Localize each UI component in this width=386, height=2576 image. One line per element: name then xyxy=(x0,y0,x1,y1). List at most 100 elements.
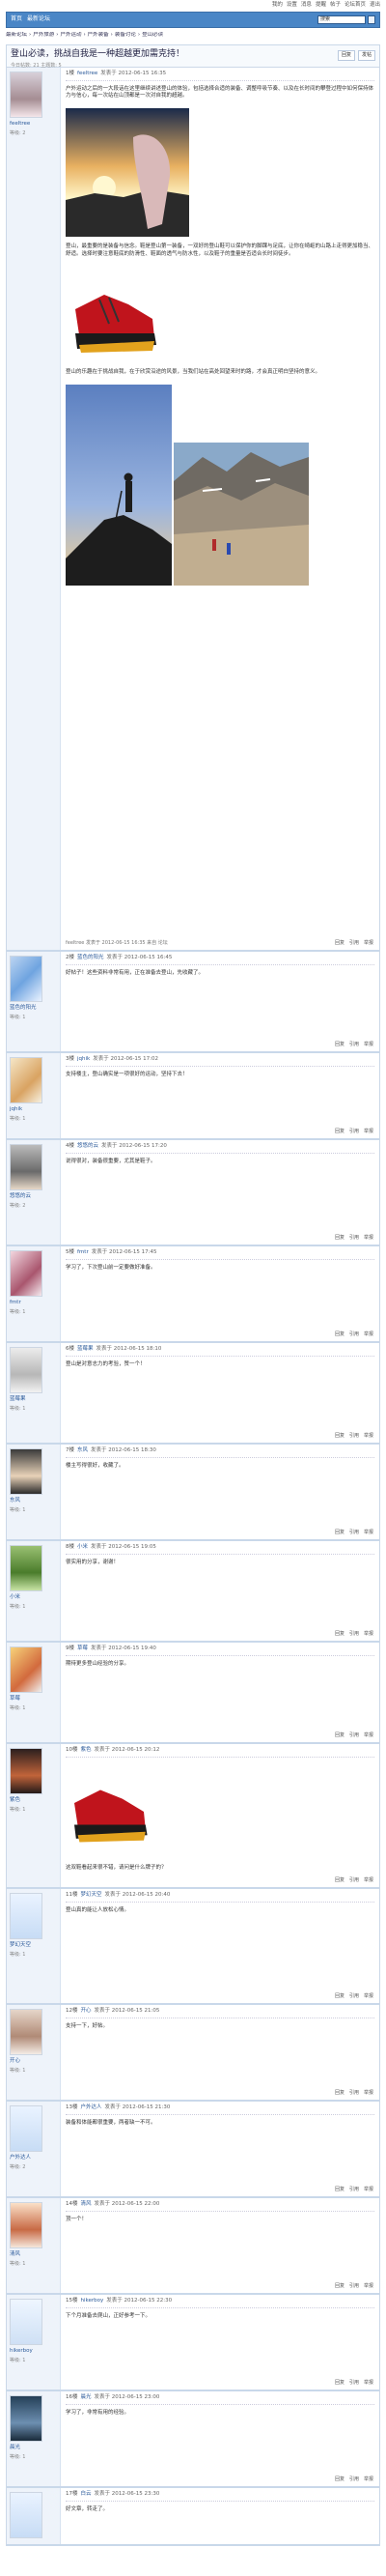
post-reply-link[interactable]: 回复 xyxy=(335,1433,345,1440)
post-reply-link[interactable]: 回复 xyxy=(335,1631,345,1638)
post-reply-link[interactable]: 回复 xyxy=(335,1331,345,1338)
avatar[interactable] xyxy=(10,1545,42,1592)
post-reply-link[interactable]: 回复 xyxy=(335,940,345,947)
nav-latest[interactable]: 最新论坛 xyxy=(27,15,50,23)
post-quote-link[interactable]: 引用 xyxy=(349,2283,359,2290)
post-report-link[interactable]: 举报 xyxy=(364,1530,373,1536)
meta-author[interactable]: 白云 xyxy=(81,2491,92,2498)
avatar[interactable] xyxy=(10,2202,42,2249)
post-report-link[interactable]: 举报 xyxy=(364,1433,373,1440)
post-report-link[interactable]: 举报 xyxy=(364,1129,373,1135)
reply-button[interactable]: 回复 xyxy=(337,50,355,62)
top-link-settings[interactable]: 设置 xyxy=(287,2,297,9)
avatar[interactable] xyxy=(10,1748,42,1795)
post-quote-link[interactable]: 引用 xyxy=(349,1129,359,1135)
author-name[interactable]: jqhik xyxy=(10,1106,57,1113)
post-quote-link[interactable]: 引用 xyxy=(349,940,359,947)
post-quote-link[interactable]: 引用 xyxy=(349,2380,359,2387)
top-link-reminders[interactable]: 提醒 xyxy=(316,2,326,9)
avatar[interactable] xyxy=(10,2299,42,2346)
post-reply-link[interactable]: 回复 xyxy=(335,1129,345,1135)
author-name[interactable]: 清风 xyxy=(10,2251,57,2258)
author-name[interactable]: hikerboy xyxy=(10,2348,57,2355)
author-name[interactable]: 紫色 xyxy=(10,1797,57,1804)
post-reply-link[interactable]: 回复 xyxy=(335,2380,345,2387)
avatar[interactable] xyxy=(10,1057,42,1104)
post-reply-link[interactable]: 回复 xyxy=(335,1732,345,1739)
post-quote-link[interactable]: 引用 xyxy=(349,1732,359,1739)
author-name[interactable]: 晨光 xyxy=(10,2445,57,2451)
avatar[interactable] xyxy=(10,2105,42,2153)
author-name[interactable]: 东风 xyxy=(10,1498,57,1504)
top-link-logout[interactable]: 退出 xyxy=(370,2,380,9)
post-quote-link[interactable]: 引用 xyxy=(349,1993,359,2000)
post-reply-link[interactable]: 回复 xyxy=(335,1235,345,1242)
avatar[interactable] xyxy=(10,1250,42,1298)
post-report-link[interactable]: 举报 xyxy=(364,1993,373,2000)
new-post-button[interactable]: 发帖 xyxy=(357,50,375,62)
post-reply-link[interactable]: 回复 xyxy=(335,2283,345,2290)
meta-author[interactable]: 东风 xyxy=(77,1447,88,1454)
avatar[interactable] xyxy=(10,1144,42,1191)
author-name[interactable]: 草莓 xyxy=(10,1696,57,1703)
meta-author[interactable]: 清风 xyxy=(81,2201,92,2208)
meta-author[interactable]: jqhik xyxy=(77,1056,90,1063)
meta-author[interactable]: 梦幻天空 xyxy=(81,1892,102,1899)
avatar[interactable] xyxy=(10,1646,42,1694)
author-name[interactable]: 小米 xyxy=(10,1594,57,1601)
nav-home[interactable]: 首页 xyxy=(11,15,22,23)
post-quote-link[interactable]: 引用 xyxy=(349,1042,359,1048)
post-report-link[interactable]: 举报 xyxy=(364,1732,373,1739)
author-name[interactable]: 开心 xyxy=(10,2058,57,2065)
top-link-my[interactable]: 我的 xyxy=(272,2,283,9)
post-reply-link[interactable]: 回复 xyxy=(335,2187,345,2193)
post-reply-link[interactable]: 回复 xyxy=(335,2476,345,2483)
post-report-link[interactable]: 举报 xyxy=(364,1235,373,1242)
post-reply-link[interactable]: 回复 xyxy=(335,1877,345,1884)
top-link-home[interactable]: 论坛首页 xyxy=(345,2,366,9)
avatar[interactable] xyxy=(10,2009,42,2056)
meta-author[interactable]: 晨光 xyxy=(81,2394,92,2401)
breadcrumb-item[interactable]: 户外装备 xyxy=(88,32,109,39)
breadcrumb-item[interactable]: 户外旅游 xyxy=(33,32,54,39)
avatar[interactable] xyxy=(10,2395,42,2443)
post-report-link[interactable]: 举报 xyxy=(364,2090,373,2097)
top-link-posts[interactable]: 帖子 xyxy=(330,2,341,9)
avatar[interactable] xyxy=(10,72,42,119)
meta-author[interactable]: 蓝色的阳光 xyxy=(77,955,104,961)
post-quote-link[interactable]: 引用 xyxy=(349,1331,359,1338)
meta-author[interactable]: hikerboy xyxy=(81,2298,104,2304)
post-report-link[interactable]: 举报 xyxy=(364,2187,373,2193)
search-button[interactable] xyxy=(368,15,375,24)
post-report-link[interactable]: 举报 xyxy=(364,1631,373,1638)
breadcrumb-item[interactable]: 户外运动 xyxy=(60,32,81,39)
author-name[interactable]: fmtr xyxy=(10,1300,57,1306)
post-quote-link[interactable]: 引用 xyxy=(349,1631,359,1638)
breadcrumb-item[interactable]: 最新论坛 xyxy=(6,32,27,39)
post-quote-link[interactable]: 引用 xyxy=(349,2187,359,2193)
post-reply-link[interactable]: 回复 xyxy=(335,1530,345,1536)
author-name[interactable]: 户外达人 xyxy=(10,2155,57,2161)
meta-author[interactable]: 开心 xyxy=(81,2008,92,2015)
author-name[interactable]: 蓝色的阳光 xyxy=(10,1005,57,1012)
meta-author[interactable]: 户外达人 xyxy=(81,2104,102,2111)
avatar[interactable] xyxy=(10,2492,42,2539)
post-report-link[interactable]: 举报 xyxy=(364,2476,373,2483)
post-report-link[interactable]: 举报 xyxy=(364,1877,373,1884)
post-report-link[interactable]: 举报 xyxy=(364,1331,373,1338)
post-quote-link[interactable]: 引用 xyxy=(349,1235,359,1242)
avatar[interactable] xyxy=(10,1448,42,1496)
post-quote-link[interactable]: 引用 xyxy=(349,2090,359,2097)
avatar[interactable] xyxy=(10,1893,42,1940)
meta-author[interactable]: 草莓 xyxy=(77,1646,88,1652)
post-quote-link[interactable]: 引用 xyxy=(349,1877,359,1884)
meta-author[interactable]: 小米 xyxy=(77,1544,88,1551)
meta-author[interactable]: feeltree xyxy=(77,71,97,77)
post-quote-link[interactable]: 引用 xyxy=(349,1433,359,1440)
post-reply-link[interactable]: 回复 xyxy=(335,1042,345,1048)
author-name[interactable]: 蓝莓果 xyxy=(10,1396,57,1403)
post-quote-link[interactable]: 引用 xyxy=(349,2476,359,2483)
meta-author[interactable]: fmtr xyxy=(77,1249,89,1256)
post-report-link[interactable]: 举报 xyxy=(364,2380,373,2387)
author-name[interactable]: feeltree xyxy=(10,121,57,128)
